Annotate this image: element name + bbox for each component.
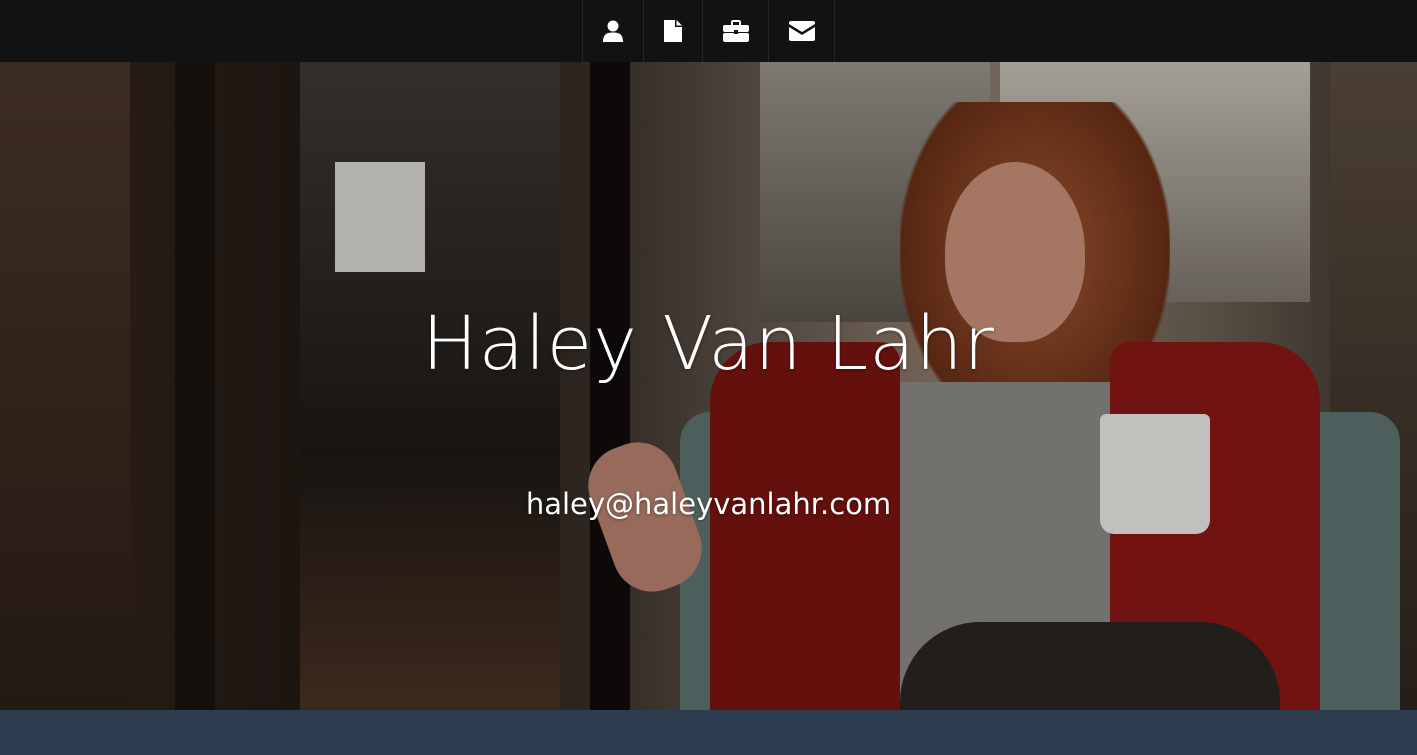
nav-icon-list	[582, 0, 835, 62]
next-section-band	[0, 710, 1417, 755]
hero-email-link[interactable]: haley@haleyvanlahr.com	[0, 482, 1417, 526]
file-icon	[664, 20, 682, 42]
nav-item-resume[interactable]	[644, 0, 703, 62]
nav-item-about[interactable]	[583, 0, 644, 62]
user-icon	[603, 20, 623, 42]
briefcase-icon	[722, 20, 749, 42]
top-navbar	[0, 0, 1417, 62]
nav-item-portfolio[interactable]	[703, 0, 769, 62]
nav-item-contact[interactable]	[769, 0, 835, 62]
hero-name-title: Haley Van Lahr	[422, 301, 995, 387]
hero-banner: Haley Van Lahr haley@haleyvanlahr.com	[0, 62, 1417, 710]
envelope-icon	[788, 21, 815, 41]
